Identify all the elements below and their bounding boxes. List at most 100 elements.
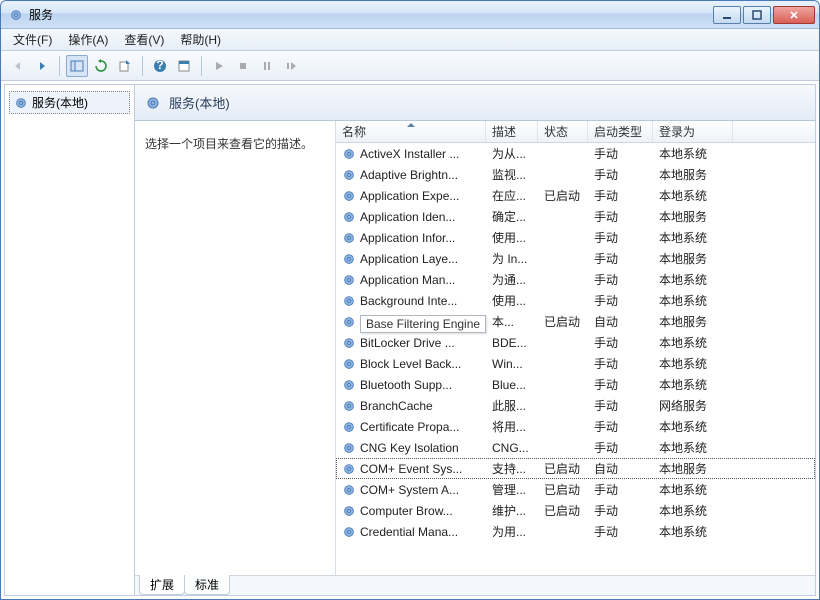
gear-icon	[342, 504, 356, 518]
column-description[interactable]: 描述	[486, 121, 538, 142]
service-row[interactable]: Base Filtering En...本...已启动自动本地服务	[336, 311, 815, 332]
nav-label: 服务(本地)	[32, 94, 88, 111]
export-list-button[interactable]	[114, 55, 136, 77]
gear-icon	[342, 525, 356, 539]
menu-help[interactable]: 帮助(H)	[172, 29, 229, 50]
cell-desc: 在应...	[486, 187, 538, 204]
services-list: 名称 描述 状态 启动类型 登录为 ActiveX Installer ...为…	[335, 121, 815, 576]
column-logon-as[interactable]: 登录为	[653, 121, 733, 142]
service-rows[interactable]: ActiveX Installer ...为从...手动本地系统Adaptive…	[336, 143, 815, 576]
cell-logon: 本地服务	[653, 166, 733, 183]
cell-desc: Blue...	[486, 378, 538, 392]
properties-button[interactable]	[173, 55, 195, 77]
menu-action[interactable]: 操作(A)	[60, 29, 116, 50]
cell-logon: 本地系统	[653, 439, 733, 456]
gear-icon	[342, 357, 356, 371]
cell-logon: 本地系统	[653, 523, 733, 540]
gear-icon	[342, 168, 356, 182]
pause-service-button[interactable]	[256, 55, 278, 77]
cell-start: 手动	[588, 502, 653, 519]
show-hide-tree-button[interactable]	[66, 55, 88, 77]
service-row[interactable]: Application Expe...在应...已启动手动本地系统	[336, 185, 815, 206]
help-button[interactable]: ?	[149, 55, 171, 77]
cell-logon: 本地系统	[653, 376, 733, 393]
service-row[interactable]: CNG Key IsolationCNG...手动本地系统	[336, 437, 815, 458]
toolbar-separator	[59, 56, 60, 76]
cell-start: 手动	[588, 355, 653, 372]
nav-services-local[interactable]: 服务(本地)	[9, 91, 130, 114]
titlebar[interactable]: 服务	[1, 1, 819, 29]
back-button[interactable]	[7, 55, 29, 77]
cell-desc: 监视...	[486, 166, 538, 183]
cell-name: Application Expe...	[336, 189, 486, 203]
cell-logon: 本地系统	[653, 334, 733, 351]
start-service-button[interactable]	[208, 55, 230, 77]
minimize-button[interactable]	[713, 6, 741, 24]
maximize-button[interactable]	[743, 6, 771, 24]
cell-logon: 本地系统	[653, 229, 733, 246]
service-row[interactable]: BranchCache此服...手动网络服务	[336, 395, 815, 416]
cell-desc: 为从...	[486, 145, 538, 162]
cell-logon: 本地系统	[653, 145, 733, 162]
column-startup-type[interactable]: 启动类型	[588, 121, 653, 142]
service-row[interactable]: COM+ Event Sys...支持...已启动自动本地服务	[336, 458, 815, 479]
cell-desc: 为 In...	[486, 250, 538, 267]
gear-icon	[342, 399, 356, 413]
close-button[interactable]	[773, 6, 815, 24]
navigation-pane: 服务(本地)	[5, 85, 135, 595]
service-row[interactable]: COM+ System A...管理...已启动手动本地系统	[336, 479, 815, 500]
forward-button[interactable]	[31, 55, 53, 77]
service-row[interactable]: Block Level Back...Win...手动本地系统	[336, 353, 815, 374]
service-row[interactable]: Bluetooth Supp...Blue...手动本地系统	[336, 374, 815, 395]
service-row[interactable]: Credential Mana...为用...手动本地系统	[336, 521, 815, 542]
service-row[interactable]: Application Laye...为 In...手动本地服务	[336, 248, 815, 269]
cell-start: 手动	[588, 166, 653, 183]
cell-name: Application Laye...	[336, 252, 486, 266]
cell-start: 手动	[588, 481, 653, 498]
cell-logon: 本地服务	[653, 313, 733, 330]
cell-name: Bluetooth Supp...	[336, 378, 486, 392]
service-row[interactable]: ActiveX Installer ...为从...手动本地系统	[336, 143, 815, 164]
refresh-button[interactable]	[90, 55, 112, 77]
cell-start: 手动	[588, 271, 653, 288]
service-row[interactable]: Application Infor...使用...手动本地系统	[336, 227, 815, 248]
menu-view[interactable]: 查看(V)	[116, 29, 172, 50]
svg-text:?: ?	[156, 59, 163, 72]
content-area: 服务(本地) 服务(本地) 选择一个项目来查看它的描述。 名称 描述 状态 启动…	[4, 84, 816, 596]
tab-standard[interactable]: 标准	[184, 575, 230, 595]
gear-icon	[342, 231, 356, 245]
column-status[interactable]: 状态	[538, 121, 588, 142]
tab-extended[interactable]: 扩展	[139, 575, 185, 595]
cell-desc: CNG...	[486, 441, 538, 455]
menu-file[interactable]: 文件(F)	[5, 29, 60, 50]
cell-name: Adaptive Brightn...	[336, 168, 486, 182]
gear-icon	[342, 441, 356, 455]
cell-start: 手动	[588, 187, 653, 204]
column-name[interactable]: 名称	[336, 121, 486, 142]
service-row[interactable]: Application Iden...确定...手动本地服务	[336, 206, 815, 227]
cell-name: Credential Mana...	[336, 525, 486, 539]
services-mmc-window: 服务 文件(F) 操作(A) 查看(V) 帮助(H) ? 服务(本	[0, 0, 820, 600]
service-row[interactable]: Adaptive Brightn...监视... 手动本地服务	[336, 164, 815, 185]
gear-icon	[342, 294, 356, 308]
cell-start: 手动	[588, 292, 653, 309]
gear-icon	[14, 96, 28, 110]
service-row[interactable]: BitLocker Drive ...BDE...手动本地系统	[336, 332, 815, 353]
stop-service-button[interactable]	[232, 55, 254, 77]
service-row[interactable]: Application Man...为通...手动本地系统	[336, 269, 815, 290]
window-title: 服务	[29, 6, 713, 23]
cell-desc: 确定...	[486, 208, 538, 225]
cell-logon: 本地系统	[653, 187, 733, 204]
service-row[interactable]: Certificate Propa...将用...手动本地系统	[336, 416, 815, 437]
service-row[interactable]: Computer Brow...维护...已启动手动本地系统	[336, 500, 815, 521]
description-prompt: 选择一个项目来查看它的描述。	[145, 135, 325, 152]
main-body: 选择一个项目来查看它的描述。 名称 描述 状态 启动类型 登录为 ActiveX…	[135, 121, 815, 576]
cell-start: 手动	[588, 229, 653, 246]
cell-desc: 此服...	[486, 397, 538, 414]
cell-name: COM+ System A...	[336, 483, 486, 497]
main-pane: 服务(本地) 选择一个项目来查看它的描述。 名称 描述 状态 启动类型 登录为 …	[135, 85, 815, 595]
cell-desc: 为用...	[486, 523, 538, 540]
restart-service-button[interactable]	[280, 55, 302, 77]
service-row[interactable]: Background Inte...使用...手动本地系统	[336, 290, 815, 311]
cell-desc: 维护...	[486, 502, 538, 519]
